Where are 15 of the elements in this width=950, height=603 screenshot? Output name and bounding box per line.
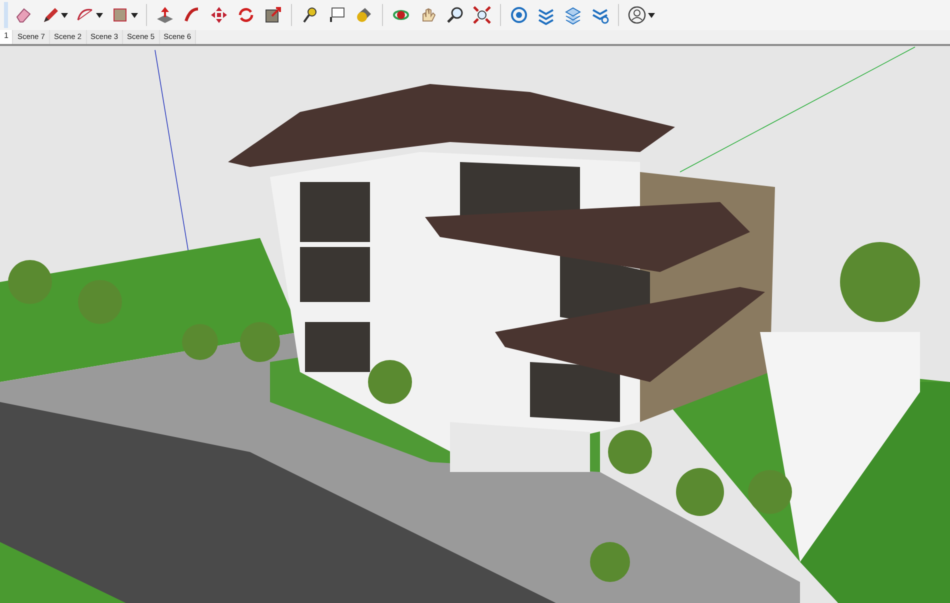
zoom-icon xyxy=(445,5,465,25)
scale-icon xyxy=(263,5,283,25)
stack-icon xyxy=(563,5,583,25)
scene-tab[interactable]: 1 xyxy=(0,30,14,44)
user-icon xyxy=(627,5,647,25)
zoom-extents-icon xyxy=(472,5,492,25)
caret-icon[interactable] xyxy=(131,12,138,18)
push-pull-icon xyxy=(155,5,175,25)
rotate-icon xyxy=(236,5,256,25)
text-icon xyxy=(327,5,347,25)
caret-icon[interactable] xyxy=(61,12,68,18)
paint-bucket-icon xyxy=(354,5,374,25)
caret-icon[interactable] xyxy=(96,12,103,18)
move-icon xyxy=(209,5,229,25)
caret-icon[interactable] xyxy=(648,12,655,18)
